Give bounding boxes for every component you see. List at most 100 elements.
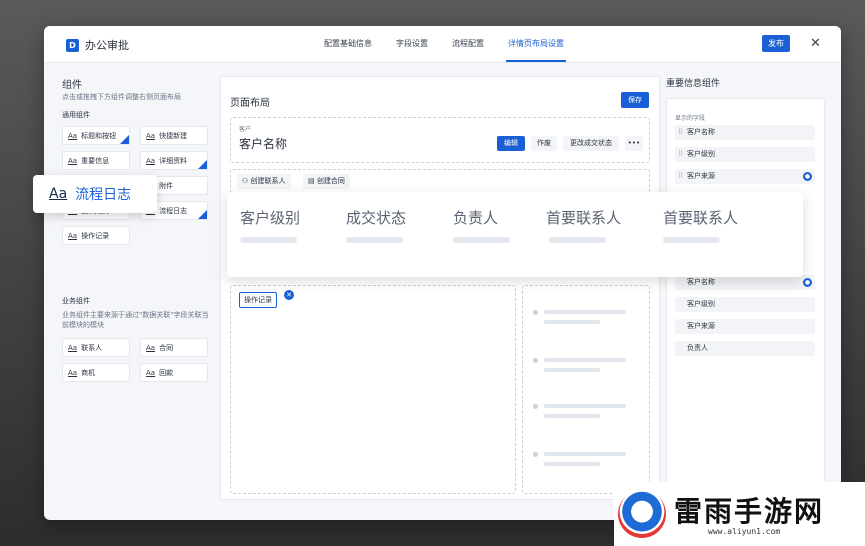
common-title: 通用组件 [62,111,90,119]
layout-title: 页面布局 [230,98,270,109]
field-item[interactable]: 客户来源 [675,319,815,334]
brand: D 办公审批 [66,37,129,53]
timeline-placeholder [544,368,600,372]
field-preview-label: 首要联系人 [663,209,739,227]
component-contacts[interactable]: Aa 联系人 [62,338,130,357]
remove-icon[interactable]: ✕ [284,290,294,300]
field-item[interactable]: 客户级别 [675,297,815,312]
timeline-dot [533,404,538,409]
field-preview-bar [346,237,403,243]
business-components: Aa 联系人 Aa 合同 Aa 商机 Aa 回款 [62,338,210,382]
component-operation-log[interactable]: Aa 操作记录 [62,226,130,245]
text-icon: Aa [68,156,78,165]
component-label: 详细资料 [159,156,188,165]
field-label: 客户级别 [687,150,715,158]
app-logo-icon: D [66,38,79,52]
record-name: 客户名称 [239,137,288,151]
text-icon: Aa [68,231,78,240]
field-item[interactable]: 负责人 [675,341,815,356]
field-item[interactable]: ⠿ 客户级别 [675,147,815,162]
field-label: 客户名称 [687,128,715,136]
change-status-button[interactable]: 更改成交状态 [563,136,619,151]
tab-flow-config[interactable]: 流程配置 [440,26,496,62]
field-item[interactable]: ⠿ 客户名称 [675,125,815,140]
top-bar: D 办公审批 配置基础信息 字段设置 流程配置 详情页布局设置 发布 ✕ [44,26,841,63]
operation-log-chip[interactable]: 操作记录 ✕ [239,290,294,308]
eye-icon[interactable]: ● [803,172,812,181]
field-preview-bar [549,237,606,243]
app-title: 办公审批 [85,39,129,52]
corner-badge-icon [198,210,207,219]
watermark-logo-icon [618,490,666,538]
field-label: 客户名称 [687,278,715,286]
tab-detail-layout[interactable]: 详情页布局设置 [496,26,576,62]
edit-button[interactable]: 编辑 [497,136,525,151]
save-button[interactable]: 保存 [621,92,649,108]
close-icon[interactable]: ✕ [810,35,821,52]
component-label: 合同 [159,343,174,352]
field-label: 客户来源 [687,322,715,330]
timeline-dot [533,358,538,363]
field-item[interactable]: 客户名称 ● [675,275,815,290]
flow-log-label: 流程日志 [75,187,132,203]
timeline-dot [533,452,538,457]
business-desc: 业务组件主要来源于通过"数据关联"字段关联当前模块的模块 [62,311,209,329]
component-desc: 点击或拖拽下方组件调整右侧页面布局 [62,93,181,101]
text-icon: Aa [49,186,68,202]
component-title-buttons[interactable]: Aa 标题和按钮 [62,126,130,145]
field-label: 客户来源 [687,172,715,180]
component-label: 快捷新建 [159,131,188,140]
component-label: 附件 [159,181,174,190]
field-preview-bar [453,237,510,243]
field-item[interactable]: ⠿ 客户来源 ● [675,169,815,184]
watermark-text: 雷雨手游网 [674,495,825,528]
component-contract[interactable]: Aa 合同 [140,338,208,357]
drag-handle-icon[interactable]: ⠿ [678,147,683,162]
component-panel: 组件 点击或拖拽下方组件调整右侧页面布局 通用组件 Aa 标题和按钮 Aa 快捷新建… [54,72,212,512]
drag-handle-icon[interactable]: ⠿ [678,125,683,140]
void-button[interactable]: 作废 [531,136,557,151]
text-icon: Aa [146,368,156,377]
watermark-url: www.aliyun1.com [708,527,781,536]
flow-log-drag-preview[interactable]: Aa 流程日志 [33,175,157,213]
component-details[interactable]: Aa 详细资料 [140,151,208,170]
timeline-dot [533,310,538,315]
timeline-placeholder [544,358,626,362]
record-type-label: 客户 [239,126,252,133]
timeline-placeholder [544,462,600,466]
field-preview-bar [240,237,297,243]
publish-button[interactable]: 发布 [762,35,790,52]
component-key-info[interactable]: Aa 重要信息 [62,151,130,170]
corner-badge-icon [198,160,207,169]
timeline-placeholder [544,404,626,408]
key-fields-preview: 客户级别 成交状态 负责人 首要联系人 首要联系人 [227,192,803,277]
component-label: 操作记录 [81,231,110,240]
tab-field-settings[interactable]: 字段设置 [384,26,440,62]
watermark: 雷雨手游网 www.aliyun1.com [614,482,865,546]
drag-handle-icon[interactable]: ⠿ [678,169,683,184]
header-card[interactable]: 客户 客户名称 编辑 作废 更改成交状态 ••• [230,117,650,163]
component-opportunity[interactable]: Aa 商机 [62,363,130,382]
field-preview-label: 客户级别 [240,209,301,227]
eye-icon[interactable]: ● [803,278,812,287]
key-info-fields: 显示的字段 ⠿ 客户名称 ⠿ 客户级别 ⠿ 客户来源 ● 客户名称 ● 客户级别 客户来源… [666,98,825,484]
contract-icon: ▤ [308,177,317,185]
component-label: 联系人 [81,343,103,352]
text-icon: Aa [146,131,156,140]
chip-label: 操作记录 [244,296,272,304]
more-icon[interactable]: ••• [625,136,643,151]
business-title: 业务组件 [62,297,90,305]
nav-tabs: 配置基础信息 字段设置 流程配置 详情页布局设置 [312,26,576,62]
component-payment[interactable]: Aa 回款 [140,363,208,382]
background: D 办公审批 配置基础信息 字段设置 流程配置 详情页布局设置 发布 ✕ 组件 … [0,0,865,546]
right-drop-area[interactable] [522,285,650,494]
tab-basic-info[interactable]: 配置基础信息 [312,26,384,62]
timeline-placeholder [544,452,626,456]
create-contact-button[interactable]: ⚇ 创建联系人 [237,174,291,189]
component-label: 回款 [159,368,174,377]
key-info-panel: 重要信息组件 显示的字段 ⠿ 客户名称 ⠿ 客户级别 ⠿ 客户来源 ● 客户名称 ● 客户… [666,72,831,512]
component-quick-create[interactable]: Aa 快捷新建 [140,126,208,145]
left-drop-area[interactable]: 操作记录 ✕ [230,285,516,494]
create-contract-button[interactable]: ▤ 创建合同 [303,174,350,189]
text-icon: Aa [146,156,156,165]
